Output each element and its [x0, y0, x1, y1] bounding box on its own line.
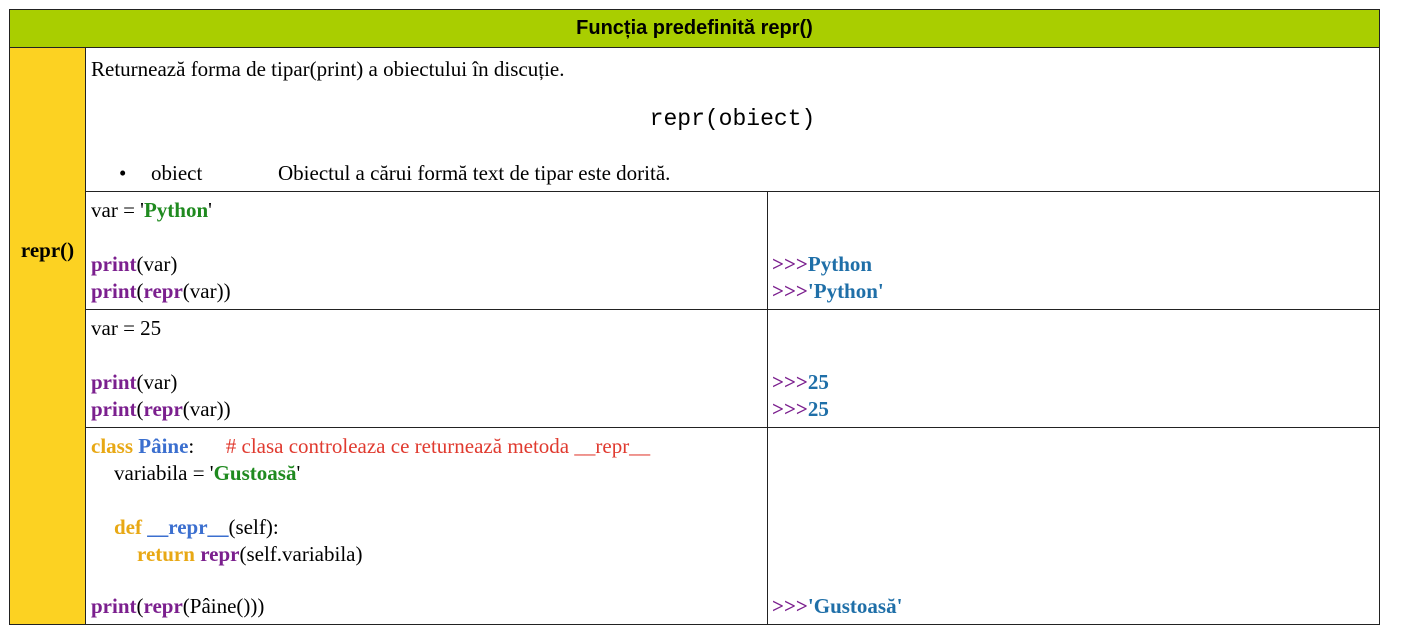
output-cell-1: >>>Python >>>'Python'	[768, 192, 1379, 309]
param-desc: Obiectul a cărui formă text de tipar est…	[278, 161, 671, 185]
side-header-cell: repr()	[10, 48, 86, 624]
output-line: >>>Python	[772, 252, 873, 276]
code-line: variabila = 'Gustoasă'	[114, 461, 301, 485]
code-line: var = 25	[91, 316, 162, 340]
param-row: • obiect Obiectul a cărui formă text de ti…	[119, 161, 670, 186]
code-line: print(var)	[91, 370, 178, 394]
code-line: return repr(self.variabila)	[137, 542, 363, 566]
output-line: >>>'Python'	[772, 279, 884, 303]
output-cell-2: >>>25 >>>25	[768, 310, 1379, 427]
description-text: Returnează forma de tipar(print) a obiec…	[91, 57, 565, 81]
output-line: >>>'Gustoasă'	[772, 594, 903, 618]
bullet-icon: •	[119, 161, 127, 185]
code-line: class Pâine: # clasa controleaza ce retu…	[91, 434, 651, 458]
function-table: Funcția predefinită repr() repr() Return…	[9, 9, 1380, 625]
param-name: obiect	[151, 161, 203, 185]
code-line: print(repr(Pâine()))	[91, 594, 265, 618]
code-line: var = 'Python'	[91, 198, 212, 222]
code-line: def __repr__(self):	[114, 515, 279, 539]
syntax-line: repr(obiect)	[649, 106, 816, 132]
code-cell-2: var = 25 print(var) print(repr(var))	[86, 310, 768, 427]
output-line: >>>25	[772, 370, 829, 394]
example-row-3: class Pâine: # clasa controleaza ce retu…	[86, 428, 1379, 624]
table-title: Funcția predefinită repr()	[10, 10, 1379, 48]
side-label: repr()	[20, 238, 75, 262]
code-cell-1: var = 'Python' print(var) print(repr(var…	[86, 192, 768, 309]
code-line: print(repr(var))	[91, 397, 231, 421]
example-row-2: var = 25 print(var) print(repr(var)) >>>…	[86, 310, 1379, 428]
output-cell-3: >>>'Gustoasă'	[768, 428, 1379, 624]
code-line: print(var)	[91, 252, 178, 276]
output-line: >>>25	[772, 397, 829, 421]
example-row-1: var = 'Python' print(var) print(repr(var…	[86, 192, 1379, 310]
code-line: print(repr(var))	[91, 279, 231, 303]
description-cell: Returnează forma de tipar(print) a obiec…	[86, 48, 1379, 192]
code-cell-3: class Pâine: # clasa controleaza ce retu…	[86, 428, 768, 624]
